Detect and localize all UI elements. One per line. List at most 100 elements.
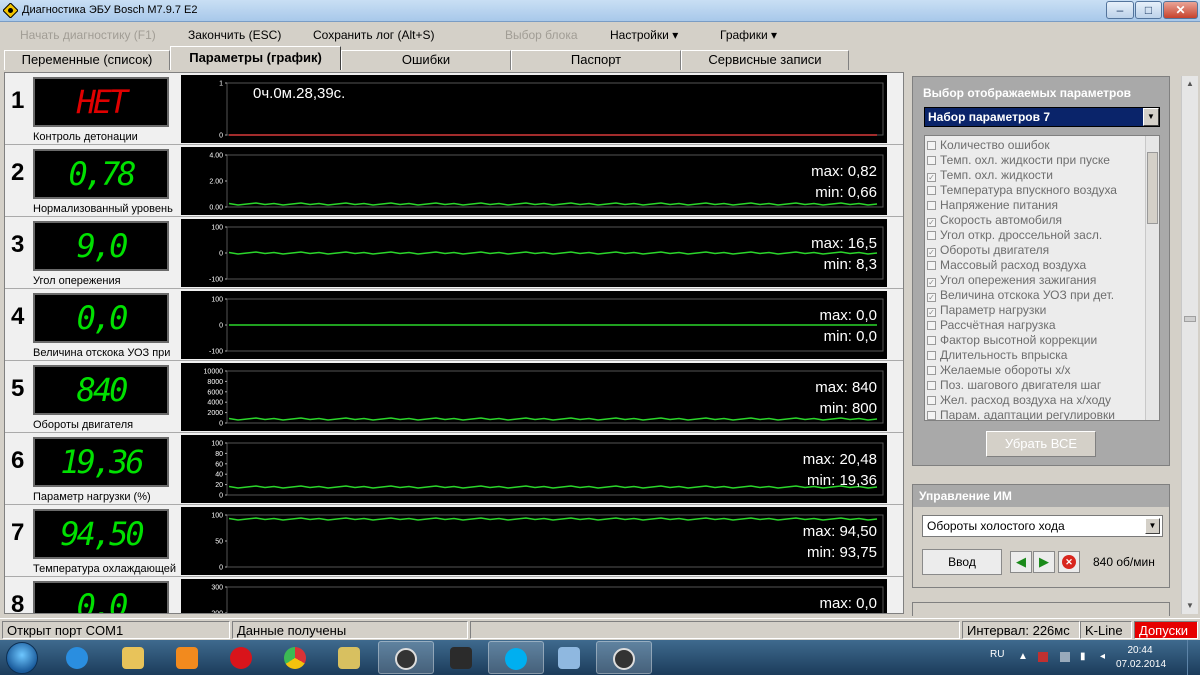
menu-start-diagnostics[interactable]: Начать диагностику (F1) xyxy=(20,28,156,42)
tab-service-records[interactable]: Сервисные записи xyxy=(681,50,849,70)
checkbox-icon[interactable]: ✓ xyxy=(927,218,936,227)
parameter-selection-title: Выбор отображаемых параметров xyxy=(923,86,1132,100)
network-icon[interactable] xyxy=(1038,652,1048,662)
parameter-checkbox-item[interactable]: Жел. расход воздуха на х/ходу xyxy=(927,393,1111,408)
tab-errors[interactable]: Ошибки xyxy=(341,50,511,70)
y-tick-label: 4000 xyxy=(207,400,223,407)
dropdown-arrow-icon[interactable]: ▼ xyxy=(1145,518,1160,534)
checkbox-icon[interactable] xyxy=(927,411,936,420)
parameter-checkbox-item[interactable]: ✓ Угол опережения зажигания xyxy=(927,273,1096,288)
volume-icon[interactable]: ◂ xyxy=(1100,652,1110,662)
checkbox-icon[interactable]: ✓ xyxy=(927,173,936,182)
checkbox-icon[interactable] xyxy=(927,396,936,405)
parameter-checklist[interactable]: Количество ошибок Темп. охл. жидкости при… xyxy=(924,135,1160,421)
clock-time[interactable]: 20:44 xyxy=(1120,645,1160,656)
checkbox-icon[interactable] xyxy=(927,201,936,210)
checklist-scrollbar[interactable] xyxy=(1145,136,1159,420)
parameter-graph: 100 0 -100 max: 0,0 min: 0,0 xyxy=(181,291,887,359)
taskbar-chip-app[interactable] xyxy=(434,641,490,674)
enter-button[interactable]: Ввод xyxy=(922,549,1002,575)
parameter-checkbox-item[interactable]: Парам. адаптации регулировки xyxy=(927,408,1115,420)
stop-button[interactable]: ✕ xyxy=(1058,551,1080,573)
taskbar-diag-app-2[interactable] xyxy=(596,641,652,674)
checkbox-icon[interactable]: ✓ xyxy=(927,278,936,287)
show-desktop-button[interactable] xyxy=(1187,640,1200,675)
menu-graphs[interactable]: Графики ▾ xyxy=(720,28,777,42)
min-value: min: 0,0 xyxy=(823,328,877,345)
checkbox-icon[interactable] xyxy=(927,156,936,165)
taskbar-skype[interactable] xyxy=(488,641,544,674)
parameter-checkbox-item[interactable]: Темп. охл. жидкости при пуске xyxy=(927,153,1110,168)
main-scrollbar[interactable]: ▲ ▼ xyxy=(1181,76,1198,614)
checkbox-icon[interactable] xyxy=(927,381,936,390)
checkbox-icon[interactable] xyxy=(927,321,936,330)
parameter-checkbox-item[interactable]: Фактор высотной коррекции xyxy=(927,333,1097,348)
dropdown-arrow-icon[interactable]: ▼ xyxy=(1143,108,1159,126)
checkbox-icon[interactable] xyxy=(927,336,936,345)
parameter-checkbox-item[interactable]: Температура впускного воздуха xyxy=(927,183,1117,198)
taskbar-ie[interactable] xyxy=(50,641,106,674)
parameter-checkbox-item[interactable]: ✓ Скорость автомобиля xyxy=(927,213,1062,228)
parameter-checkbox-item[interactable]: Поз. шагового двигателя шаг xyxy=(927,378,1101,393)
tray-expand-icon[interactable]: ▲ xyxy=(1018,652,1028,662)
remove-all-button[interactable]: Убрать ВСЕ xyxy=(986,431,1096,457)
checkbox-icon[interactable]: ✓ xyxy=(927,308,936,317)
status-downloads-badge[interactable]: Допуски xyxy=(1134,621,1198,639)
main-scroll-thumb[interactable] xyxy=(1184,316,1196,322)
taskbar-chrome[interactable] xyxy=(268,641,324,674)
parameter-checkbox-item[interactable]: Желаемые обороты х/х xyxy=(927,363,1071,378)
start-button[interactable] xyxy=(6,642,38,674)
checkbox-icon[interactable] xyxy=(927,141,936,150)
checkbox-icon[interactable] xyxy=(927,366,936,375)
menu-save-log[interactable]: Сохранить лог (Alt+S) xyxy=(313,28,435,42)
tab-variables-list[interactable]: Переменные (список) xyxy=(4,50,170,70)
checklist-scroll-thumb[interactable] xyxy=(1147,152,1158,224)
scroll-down-icon[interactable]: ▼ xyxy=(1182,598,1198,614)
scroll-up-icon[interactable]: ▲ xyxy=(1182,76,1198,92)
status-bar: Открыт порт COM1 Данные получены Интерва… xyxy=(0,618,1200,640)
parameter-checkbox-item[interactable]: Напряжение питания xyxy=(927,198,1058,213)
close-button[interactable]: ✕ xyxy=(1163,1,1198,19)
parameter-checkbox-item[interactable]: Массовый расход воздуха xyxy=(927,258,1086,273)
min-value: min: 93,75 xyxy=(806,544,877,561)
actuator-select[interactable]: Обороты холостого хода ▼ xyxy=(922,515,1163,537)
menu-graphs-label: Графики xyxy=(720,28,768,42)
decrease-arrow-icon[interactable]: ◀ xyxy=(1010,551,1032,573)
parameter-checkbox-item[interactable]: ✓ Параметр нагрузки xyxy=(927,303,1046,318)
menu-settings[interactable]: Настройки ▾ xyxy=(610,28,678,42)
value-display: 94,50 xyxy=(33,509,169,559)
y-tick-label: 0 xyxy=(219,323,223,330)
parameter-checkbox-item[interactable]: Количество ошибок xyxy=(927,138,1050,153)
menu-finish[interactable]: Закончить (ESC) xyxy=(188,28,281,42)
minimize-button[interactable]: – xyxy=(1106,1,1134,19)
taskbar-opera[interactable] xyxy=(214,641,270,674)
checkbox-icon[interactable]: ✓ xyxy=(927,248,936,257)
signal-icon[interactable]: ▮ xyxy=(1080,652,1090,662)
maximize-button[interactable]: □ xyxy=(1135,1,1162,19)
parameter-checkbox-item[interactable]: Рассчётная нагрузка xyxy=(927,318,1056,333)
tab-passport[interactable]: Паспорт xyxy=(511,50,681,70)
battery-icon[interactable] xyxy=(1060,652,1070,662)
tab-parameters-graph[interactable]: Параметры (график) xyxy=(170,46,341,70)
parameter-checkbox-item[interactable]: ✓ Величина отскока УОЗ при дет. xyxy=(927,288,1114,303)
parameter-checkbox-item[interactable]: Длительность впрыска xyxy=(927,348,1067,363)
parameter-checkbox-item[interactable]: ✓ Темп. охл. жидкости xyxy=(927,168,1053,183)
taskbar-diag-cable[interactable] xyxy=(322,641,378,674)
menu-select-block[interactable]: Выбор блока xyxy=(505,28,578,42)
checkbox-icon[interactable] xyxy=(927,261,936,270)
taskbar-diag-app[interactable] xyxy=(378,641,434,674)
parameter-checkbox-item[interactable]: Угол откр. дроссельной засл. xyxy=(927,228,1102,243)
clock-date[interactable]: 07.02.2014 xyxy=(1116,659,1166,670)
language-indicator[interactable]: RU xyxy=(990,649,1004,660)
parameter-set-dropdown[interactable]: Набор параметров 7 ▼ xyxy=(924,107,1160,127)
taskbar-paint[interactable] xyxy=(542,641,598,674)
checkbox-icon[interactable] xyxy=(927,351,936,360)
checkbox-icon[interactable] xyxy=(927,231,936,240)
taskbar-explorer[interactable] xyxy=(106,641,162,674)
checkbox-icon[interactable]: ✓ xyxy=(927,293,936,302)
taskbar-media-player[interactable] xyxy=(160,641,216,674)
checkbox-icon[interactable] xyxy=(927,186,936,195)
increase-arrow-icon[interactable]: ▶ xyxy=(1033,551,1055,573)
parameter-checkbox-item[interactable]: ✓ Обороты двигателя xyxy=(927,243,1049,258)
actuator-select-value: Обороты холостого хода xyxy=(927,519,1065,533)
